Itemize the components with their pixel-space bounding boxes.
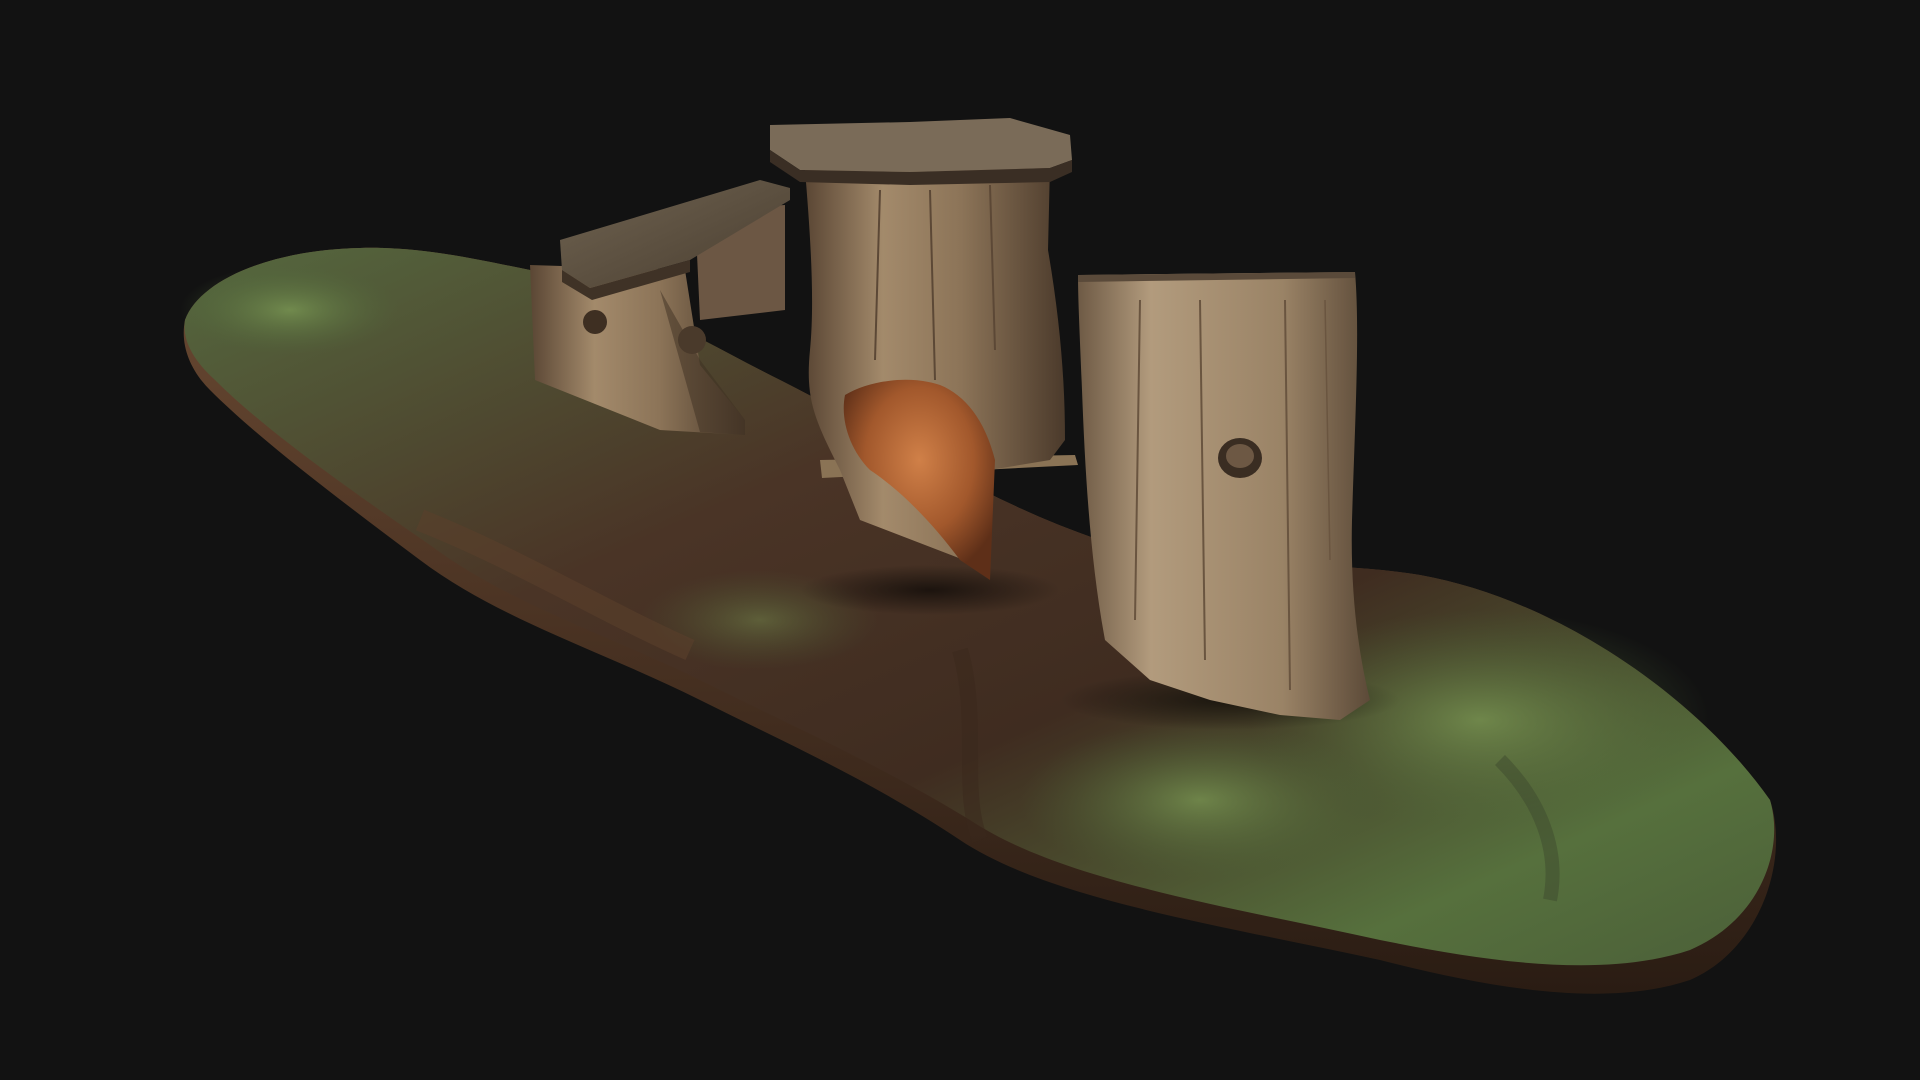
scan-scene bbox=[180, 118, 1777, 994]
